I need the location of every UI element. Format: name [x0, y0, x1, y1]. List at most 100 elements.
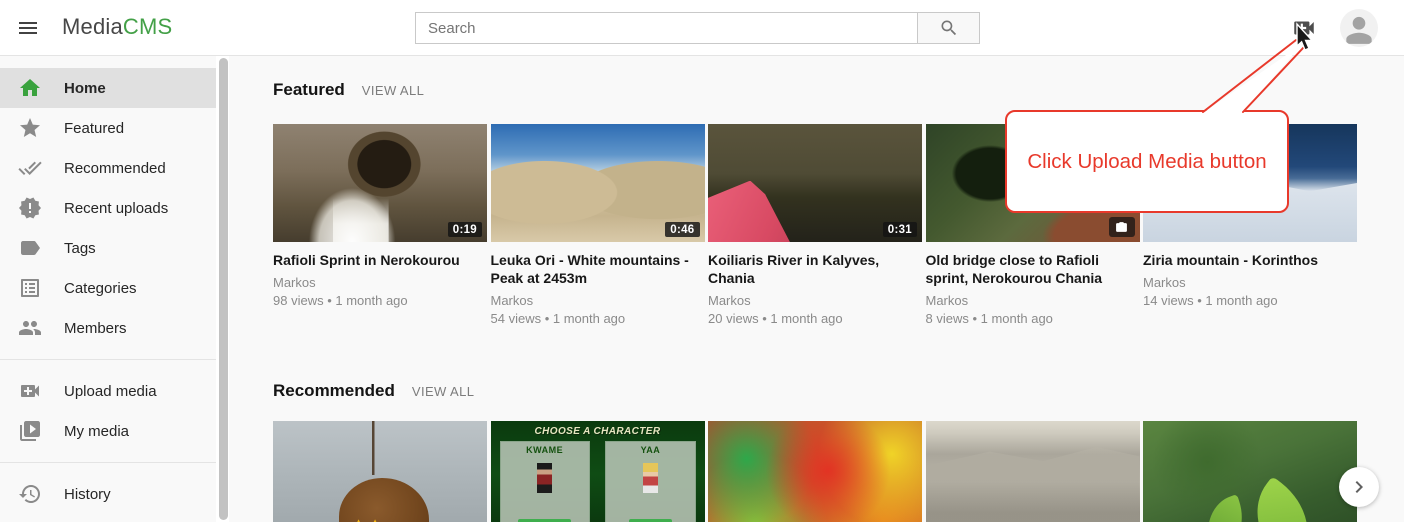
camera-icon: [1109, 217, 1135, 237]
menu-icon[interactable]: [16, 16, 40, 40]
annotation-callout: Click Upload Media button: [1005, 110, 1289, 213]
media-title[interactable]: Leuka Ori - White mountains - Peak at 24…: [491, 251, 705, 287]
media-title[interactable]: Koiliaris River in Kalyves, Chania: [708, 251, 922, 287]
section-title: Recommended: [273, 381, 395, 401]
sidebar-item-featured[interactable]: Featured: [0, 108, 216, 148]
search-bar: [415, 12, 980, 44]
media-author[interactable]: Markos: [926, 293, 1140, 308]
media-card[interactable]: [926, 421, 1140, 522]
game-character-sprite: [643, 463, 658, 493]
thumbnail-text: YAA: [641, 445, 661, 455]
video-thumbnail[interactable]: [273, 421, 487, 522]
sidebar-item-label: Featured: [64, 120, 124, 137]
search-input[interactable]: [415, 12, 918, 44]
media-card[interactable]: [1143, 421, 1357, 522]
media-meta: 8 views • 1 month ago: [926, 311, 1140, 326]
sidebar-scrollbar: [216, 56, 229, 522]
sidebar-item-label: Recent uploads: [64, 200, 168, 217]
carousel-next-button[interactable]: [1339, 467, 1379, 507]
sidebar-item-tags[interactable]: Tags: [0, 228, 216, 268]
sidebar-item-my-media[interactable]: My media: [0, 411, 216, 451]
sidebar-divider: [0, 462, 216, 463]
media-meta: 20 views • 1 month ago: [708, 311, 922, 326]
members-icon: [18, 316, 42, 340]
top-bar: MediaCMS: [0, 0, 1404, 56]
media-title[interactable]: Ziria mountain - Korinthos: [1143, 251, 1357, 269]
duration-badge: 0:31: [883, 222, 917, 237]
section-title: Featured: [273, 80, 345, 100]
duration-badge: 0:46: [665, 222, 699, 237]
media-card[interactable]: 0:31 Koiliaris River in Kalyves, Chania …: [708, 124, 922, 326]
user-avatar[interactable]: [1340, 9, 1378, 47]
recommended-section-header: Recommended VIEW ALL: [273, 381, 474, 401]
media-meta: 98 views • 1 month ago: [273, 293, 487, 308]
media-author[interactable]: Markos: [708, 293, 922, 308]
game-character-sprite: [537, 463, 552, 493]
thumbnail-text: KWAME: [526, 445, 563, 455]
upload-media-icon[interactable]: [1291, 15, 1317, 41]
sidebar-item-recent-uploads[interactable]: Recent uploads: [0, 188, 216, 228]
mediacms-app: MediaCMS Home Featured: [0, 0, 1404, 522]
star-icon: [18, 116, 42, 140]
search-icon: [939, 18, 959, 38]
sidebar-divider: [0, 359, 216, 360]
media-card[interactable]: 0:19 Rafioli Sprint in Nerokourou Markos…: [273, 124, 487, 326]
search-button[interactable]: [918, 12, 980, 44]
featured-section-header: Featured VIEW ALL: [273, 80, 424, 100]
media-meta: 14 views • 1 month ago: [1143, 293, 1357, 308]
video-thumbnail[interactable]: 0:19: [273, 124, 487, 242]
game-character-panel: YAA Select: [605, 441, 695, 522]
video-thumbnail[interactable]: 0:31: [708, 124, 922, 242]
done-all-icon: [18, 156, 42, 180]
media-card[interactable]: CHOOSE A CHARACTER KWAME Selected YAA Se…: [491, 421, 705, 522]
media-author[interactable]: Markos: [491, 293, 705, 308]
sidebar-item-label: Upload media: [64, 383, 157, 400]
sidebar-item-label: History: [64, 486, 111, 503]
thumbnail-text: CHOOSE A CHARACTER: [491, 426, 705, 437]
logo-text-media: Media: [62, 14, 123, 39]
sidebar-item-home[interactable]: Home: [0, 68, 216, 108]
sidebar-item-label: Home: [64, 80, 106, 97]
sidebar-item-upload-media[interactable]: Upload media: [0, 371, 216, 411]
home-icon: [18, 76, 42, 100]
sidebar-item-recommended[interactable]: Recommended: [0, 148, 216, 188]
sidebar-item-label: Recommended: [64, 160, 166, 177]
view-all-link[interactable]: VIEW ALL: [362, 83, 424, 98]
categories-icon: [18, 276, 42, 300]
video-thumbnail[interactable]: CHOOSE A CHARACTER KWAME Selected YAA Se…: [491, 421, 705, 522]
sidebar-item-history[interactable]: History: [0, 474, 216, 514]
sidebar-item-categories[interactable]: Categories: [0, 268, 216, 308]
scrollbar-thumb[interactable]: [219, 58, 228, 520]
media-card[interactable]: [273, 421, 487, 522]
sidebar-item-label: Members: [64, 320, 127, 337]
media-author[interactable]: Markos: [1143, 275, 1357, 290]
history-icon: [18, 482, 42, 506]
logo-text-cms: CMS: [123, 14, 173, 39]
media-title[interactable]: Old bridge close to Rafioli sprint, Nero…: [926, 251, 1140, 287]
annotation-text: Click Upload Media button: [1027, 150, 1266, 174]
new-releases-icon: [18, 196, 42, 220]
sidebar-item-label: My media: [64, 423, 129, 440]
duration-badge: 0:19: [448, 222, 482, 237]
sidebar-item-members[interactable]: Members: [0, 308, 216, 348]
media-title[interactable]: Rafioli Sprint in Nerokourou: [273, 251, 487, 269]
recommended-row: CHOOSE A CHARACTER KWAME Selected YAA Se…: [273, 421, 1357, 522]
video-thumbnail[interactable]: [926, 421, 1140, 522]
duration-badge: 0:27: [1318, 222, 1352, 237]
game-character-panel: KWAME Selected: [500, 441, 590, 522]
video-thumbnail[interactable]: [708, 421, 922, 522]
view-all-link[interactable]: VIEW ALL: [412, 384, 474, 399]
media-card[interactable]: 0:46 Leuka Ori - White mountains - Peak …: [491, 124, 705, 326]
media-meta: 54 views • 1 month ago: [491, 311, 705, 326]
tag-icon: [18, 236, 42, 260]
media-card[interactable]: [708, 421, 922, 522]
sidebar: Home Featured Recommended Recent uploads…: [0, 56, 216, 522]
chevron-right-icon: [1347, 475, 1371, 499]
video-library-icon: [18, 419, 42, 443]
video-thumbnail[interactable]: [1143, 421, 1357, 522]
sidebar-item-label: Categories: [64, 280, 137, 297]
video-call-icon: [18, 379, 42, 403]
mediacms-logo[interactable]: MediaCMS: [62, 14, 172, 40]
media-author[interactable]: Markos: [273, 275, 487, 290]
video-thumbnail[interactable]: 0:46: [491, 124, 705, 242]
